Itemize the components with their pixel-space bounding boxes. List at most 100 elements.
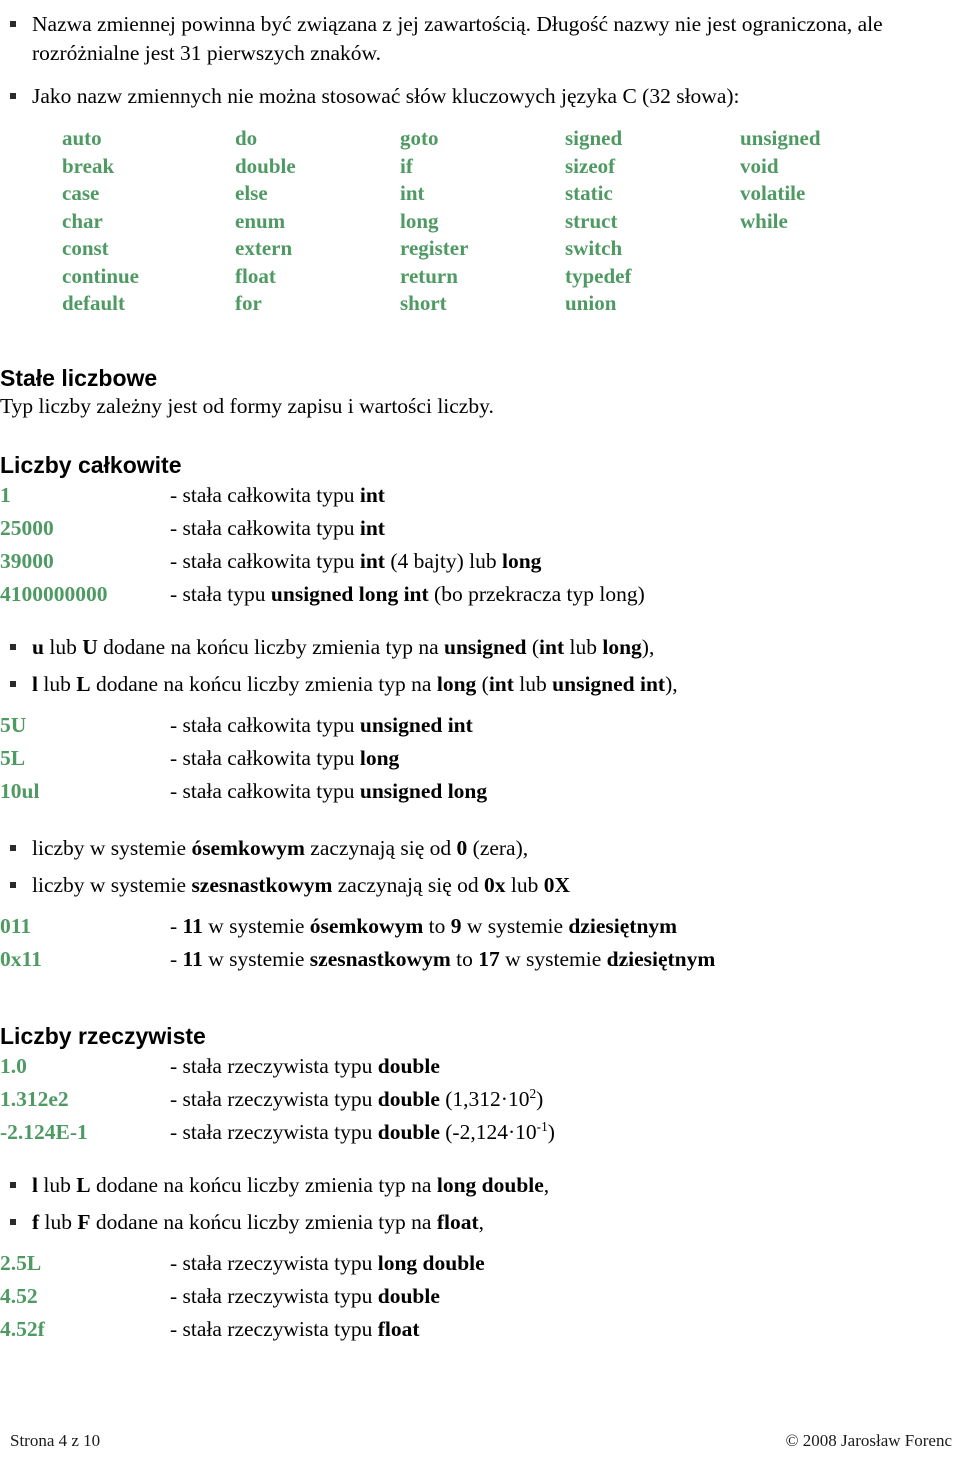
integer-base-example-desc-part-0: - [170,946,183,971]
keyword-register: register [400,236,469,260]
real-suffix-bullet-2-part-1: lub [39,1209,78,1234]
integer-suffix-bullet-2-part-4: long [436,671,477,696]
integer-suffix-example-description: - stała całkowita typu long [170,742,960,775]
integer-suffix-bullet-1-part-9: ), [641,634,655,659]
integer-constant-desc-part-0: - stała całkowita typu [170,515,360,540]
integer-suffix-bullet-2-part-7: lub [513,671,553,696]
footer-copyright: © 2008 Jarosław Forenc [785,1431,952,1450]
integer-suffix-bullet-1-part-7: lub [564,634,603,659]
real-constant-desc-part-1: double [377,1119,440,1144]
real-suffix-bullet-2: f lub F dodane na końcu liczby zmienia t… [0,1208,960,1237]
real-constant-desc-part-4: ) [547,1119,555,1144]
integer-base-bullet-2-text: liczby w systemie szesnastkowym zaczynaj… [32,871,960,900]
keyword-volatile: volatile [740,181,806,205]
keyword-else: else [235,181,268,205]
integer-suffix-example-row: 10ul - stała całkowita typu unsigned long [0,775,960,808]
integer-base-bullet-2-part-1: szesnastkowym [191,872,333,897]
integer-constant-desc-part-2: (4 bajty) lub [384,548,502,573]
real-suffix-bullets: l lub L dodane na końcu liczby zmienia t… [0,1171,960,1237]
keyword-while: while [740,208,788,233]
real-constant-value: -2.124E-1 [0,1119,88,1144]
integer-suffix-bullet-2-part-6: int [488,671,514,696]
integer-base-bullet-2-part-5: 0X [543,872,571,897]
real-suffix-bullet-2-part-2: F [77,1209,91,1234]
keyword-extern: extern [235,236,293,260]
real-suffix-bullet-1-part-2: L [76,1172,91,1197]
keyword-break: break [62,153,115,178]
real-constant-description: - stała rzeczywista typu double (1,312·1… [170,1083,960,1116]
intro-bullet-2-text: Jako nazw zmiennych nie można stosować s… [32,84,740,108]
keyword-default: default [62,291,125,315]
integer-suffix-bullet-1: u lub U dodane na końcu liczby zmienia t… [0,633,960,662]
integer-base-bullet-1-part-3: 0 [456,835,468,860]
integer-base-example-desc-part-1: 11 [182,913,203,938]
integer-constant-description: - stała całkowita typu int [170,512,960,545]
integer-constant-desc-part-2: (bo przekracza typ long) [428,581,645,606]
real-suffix-example-desc-part-1: float [377,1316,420,1341]
integer-suffix-bullet-2: l lub L dodane na końcu liczby zmienia t… [0,670,960,699]
real-constants-list: 1.0- stała rzeczywista typu double 1.312e… [0,1050,960,1149]
integer-base-bullet-1-part-2: zaczynają się od [304,835,457,860]
keyword-sizeof: sizeof [565,153,616,178]
integer-constant-desc-part-0: - stała całkowita typu [170,548,360,573]
integer-suffix-example-description: - stała całkowita typu unsigned long [170,775,960,808]
real-constant-description: - stała rzeczywista typu double [170,1050,960,1083]
integer-base-examples: 011 - 11 w systemie ósemkowym to 9 w syst… [0,910,960,976]
integer-constant-description: - stała typu unsigned long int (bo przek… [170,578,960,611]
integer-base-example-desc-part-7: dziesiętnym [568,913,678,938]
real-constant-desc-part-2: (1,312·10 [439,1086,530,1111]
keyword-int: int [400,181,425,205]
integer-constant-desc-part-1: int [359,482,385,507]
keyword-empty [740,290,960,318]
integer-suffix-example-desc-part-0: - stała całkowita typu [170,745,360,770]
integer-suffix-bullet-1-part-8: long [602,634,642,659]
keyword-const: const [62,236,109,260]
integer-suffix-bullets: u lub U dodane na końcu liczby zmienia t… [0,633,960,699]
real-constant-desc-part-3: -1 [536,1118,548,1134]
section-heading-integers: Liczby całkowite [0,451,182,478]
integer-suffix-bullet-2-part-8: unsigned int [552,671,666,696]
constants-paragraph: Typ liczby zależny jest od formy zapisu … [0,393,494,418]
page-footer: Strona 4 z 10 © 2008 Jarosław Forenc [0,1430,960,1452]
real-constant-desc-part-0: - stała rzeczywista typu [170,1119,378,1144]
keyword-void: void [740,153,779,178]
real-suffix-example-desc-part-0: - stała rzeczywista typu [170,1283,378,1308]
integer-base-example-desc-part-7: dziesiętnym [606,946,716,971]
integer-constant-desc-part-0: - stała całkowita typu [170,482,360,507]
section-heading-reals: Liczby rzeczywiste [0,1022,206,1049]
bullet-square-icon [10,680,16,687]
real-suffix-example-desc-part-0: - stała rzeczywista typu [170,1316,378,1341]
integer-base-example-description: - 11 w systemie ósemkowym to 9 w systemi… [170,910,960,943]
real-suffix-bullet-1: l lub L dodane na końcu liczby zmienia t… [0,1171,960,1200]
integer-base-example-desc-part-2: w systemie [202,913,310,938]
integer-constant-desc-part-3: long [502,548,542,573]
real-constant-desc-part-2: (-2,124·10 [439,1119,537,1144]
integer-base-example-desc-part-5: 17 [478,946,500,971]
integer-suffix-bullet-2-part-3: dodane na końcu liczby zmienia typ na [90,671,437,696]
c-keywords-table: auto do goto signed unsigned break double if siz… [0,125,960,318]
keyword-row-indent [0,263,62,291]
keyword-if: if [400,153,413,178]
footer-page-number: Strona 4 z 10 [10,1431,101,1450]
integer-suffix-bullet-2-part-2: L [76,671,91,696]
real-suffix-example-description: - stała rzeczywista typu double [170,1280,960,1313]
keyword-enum: enum [235,208,286,233]
integer-suffix-bullet-2-part-1: lub [37,671,77,696]
integer-base-bullet-2-part-3: 0x [484,872,506,897]
real-suffix-example-value: 4.52f [0,1316,45,1341]
integer-suffix-bullet-2-part-9: ), [665,671,678,696]
real-suffix-example-description: - stała rzeczywista typu long double [170,1247,960,1280]
real-suffix-bullet-2-text: f lub F dodane na końcu liczby zmienia t… [32,1208,960,1237]
integer-constants-list: 1 - stała całkowita typu int 25000 - stała … [0,479,960,611]
keyword-float: float [235,263,276,288]
keyword-do: do [235,126,258,150]
real-constant-desc-part-0: - stała rzeczywista typu [170,1053,378,1078]
top-spacer [0,0,960,10]
